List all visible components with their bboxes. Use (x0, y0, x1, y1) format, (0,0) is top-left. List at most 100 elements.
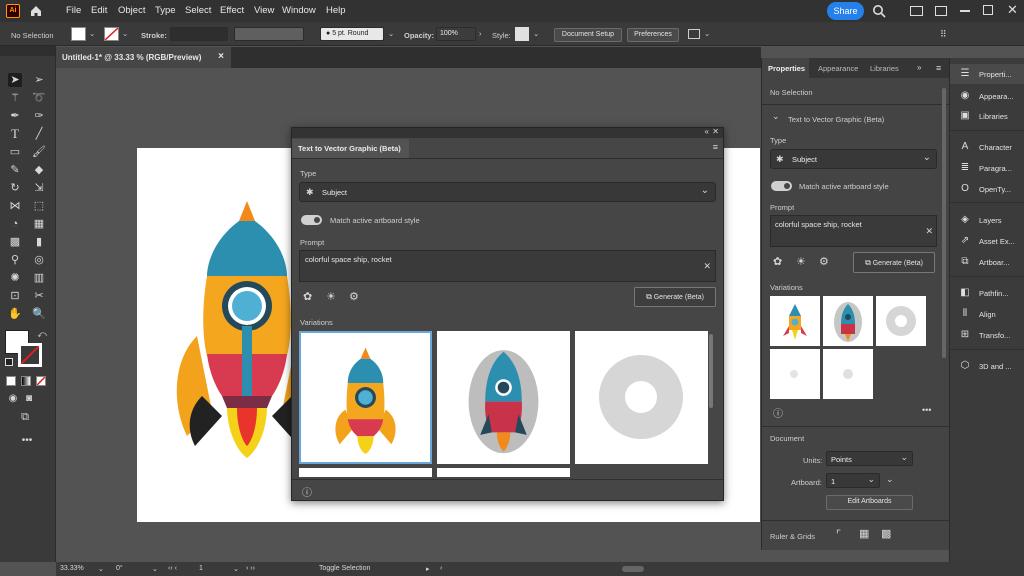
dock-asset-export[interactable]: ⇗ Asset Ex... (950, 231, 1024, 251)
zoom-tool-icon[interactable]: 🔍 (32, 307, 46, 321)
dock-layers[interactable]: ◈ Layers (950, 210, 1024, 230)
chevron-down-icon[interactable]: ⌄ (89, 29, 95, 38)
selection-tool-icon[interactable]: ➤ (8, 73, 22, 87)
dock-align[interactable]: ⫴ Align (950, 304, 1024, 324)
prompt-input[interactable]: colorful space ship, rocket ✕ (299, 250, 716, 282)
match-style-toggle[interactable] (771, 181, 792, 191)
suggestions-icon[interactable]: ☀ (326, 290, 336, 303)
share-button[interactable]: Share (827, 2, 864, 20)
document-setup-button[interactable]: Document Setup (554, 28, 622, 42)
sample-prompts-icon[interactable]: ✿ (773, 255, 782, 268)
color-mode-icon[interactable] (6, 376, 16, 386)
eyedropper-tool-icon[interactable]: ⚲ (8, 253, 22, 267)
dialog-menu-icon[interactable]: ≡ (713, 142, 718, 152)
menu-type[interactable]: Type (155, 5, 176, 16)
dock-properties[interactable]: ☰ Properti... (950, 64, 1024, 84)
menu-view[interactable]: View (254, 5, 274, 16)
variation-thumbnail[interactable] (299, 468, 432, 477)
dock-appearance[interactable]: ◉ Appeara... (950, 86, 1024, 106)
stroke-color-box[interactable] (18, 343, 42, 367)
artboard-number[interactable]: 1 (199, 565, 203, 572)
transparency-grid-icon[interactable]: ▩ (881, 527, 891, 540)
scroll-left-icon[interactable]: ‹ (440, 565, 442, 572)
collapse-icon[interactable]: « (705, 127, 709, 136)
arrange-documents-icon[interactable] (910, 6, 923, 16)
artboard-options-icon[interactable]: ⌄ (886, 474, 894, 485)
stroke-weight-field[interactable] (170, 27, 228, 41)
info-icon[interactable]: ⓘ (773, 405, 783, 420)
settings-icon[interactable]: ⚙ (819, 255, 829, 268)
chevron-down-icon[interactable]: ⌄ (533, 29, 539, 38)
panel-menu-icon[interactable]: ≡ (936, 63, 941, 73)
variation-thumbnail[interactable] (299, 331, 432, 464)
hand-tool-icon[interactable]: ✋ (8, 307, 22, 321)
chevron-down-icon[interactable]: ⌄ (122, 29, 128, 38)
variable-width-field[interactable] (234, 27, 304, 41)
chevron-down-icon[interactable]: ⌄ (98, 565, 104, 573)
fill-swatch[interactable] (71, 27, 86, 41)
dock-pathfinder[interactable]: ◧ Pathfin... (950, 283, 1024, 303)
variation-thumbnail[interactable] (575, 331, 708, 464)
zoom-level[interactable]: 33.33% (60, 565, 84, 572)
draw-mode-icon[interactable]: ◉ (6, 392, 20, 406)
clear-prompt-icon[interactable]: ✕ (703, 261, 711, 272)
dock-3d[interactable]: ⬡ 3D and ... (950, 356, 1024, 376)
variation-thumbnail[interactable] (770, 349, 820, 399)
info-icon[interactable]: ⓘ (302, 484, 312, 499)
chevron-down-icon[interactable]: ⌄ (388, 29, 394, 38)
grid-icon[interactable]: ▦ (859, 527, 869, 540)
draw-inside-icon[interactable]: ◙ (22, 392, 36, 406)
curvature-tool-icon[interactable]: ✑ (32, 109, 46, 123)
artboard-dropdown[interactable]: 1 ⌄ (826, 473, 880, 488)
rotation-angle[interactable]: 0° (116, 565, 123, 572)
search-icon[interactable] (872, 4, 886, 18)
width-tool-icon[interactable]: ⋈ (8, 199, 22, 213)
arrange-icon[interactable] (688, 29, 700, 39)
horizontal-scrollbar[interactable] (622, 566, 644, 572)
free-transform-tool-icon[interactable]: ⬚ (32, 199, 46, 213)
status-mode[interactable]: Toggle Selection (319, 565, 370, 572)
artboard-tool-icon[interactable]: ⊡ (8, 289, 22, 303)
clear-prompt-icon[interactable]: ✕ (925, 226, 933, 237)
paintbrush-tool-icon[interactable]: 🖌 (32, 145, 46, 159)
default-fill-stroke-icon[interactable] (5, 358, 13, 366)
tab-libraries[interactable]: Libraries (864, 58, 905, 78)
generate-button[interactable]: ⧉ Generate (Beta) (634, 287, 716, 307)
pen-tool-icon[interactable]: ✒ (8, 109, 22, 123)
eraser-tool-icon[interactable]: ◆ (32, 163, 46, 177)
rectangle-tool-icon[interactable]: ▭ (8, 145, 22, 159)
edit-artboards-button[interactable]: Edit Artboards (826, 495, 913, 510)
perspective-grid-tool-icon[interactable]: ▦ (32, 217, 46, 231)
document-tab[interactable]: Untitled-1* @ 33.33 % (RGB/Preview) × (56, 47, 231, 68)
type-dropdown[interactable]: ✱ Subject ⌄ (770, 149, 937, 169)
none-mode-icon[interactable] (36, 376, 46, 386)
dock-transform[interactable]: ⊞ Transfo... (950, 325, 1024, 345)
minimize-icon[interactable] (960, 10, 970, 12)
chevron-down-icon[interactable]: ⌄ (152, 565, 158, 573)
opacity-field[interactable]: 100% (436, 27, 476, 41)
home-icon[interactable] (29, 4, 43, 18)
type-dropdown[interactable]: ✱ Subject ⌄ (299, 182, 716, 202)
chevron-down-icon[interactable]: ⌄ (233, 565, 239, 573)
more-tools-icon[interactable]: ••• (20, 434, 34, 448)
graph-tool-icon[interactable]: ▥ (32, 271, 46, 285)
match-style-toggle[interactable] (301, 215, 322, 225)
menu-window[interactable]: Window (282, 5, 316, 16)
panel-scrollbar[interactable] (942, 88, 946, 358)
lasso-tool-icon[interactable]: ➰ (32, 91, 46, 105)
screen-mode-icon[interactable]: ⧉ (18, 410, 32, 424)
more-options-icon[interactable]: ••• (922, 405, 931, 415)
rotate-tool-icon[interactable]: ↻ (8, 181, 22, 195)
symbol-sprayer-tool-icon[interactable]: ✺ (8, 271, 22, 285)
menu-select[interactable]: Select (185, 5, 211, 16)
prompt-input[interactable]: colorful space ship, rocket ✕ (770, 215, 937, 247)
gradient-mode-icon[interactable] (21, 376, 31, 386)
close-dialog-icon[interactable]: ✕ (712, 127, 719, 136)
dock-libraries[interactable]: ▣ Libraries (950, 106, 1024, 126)
chevron-right-icon[interactable]: › (479, 29, 482, 38)
status-arrow-icon[interactable]: ▸ (426, 565, 430, 573)
next-artboard-icon[interactable]: › ›› (246, 565, 255, 572)
close-tab-icon[interactable]: × (218, 51, 224, 62)
suggestions-icon[interactable]: ☀ (796, 255, 806, 268)
menu-effect[interactable]: Effect (220, 5, 244, 16)
